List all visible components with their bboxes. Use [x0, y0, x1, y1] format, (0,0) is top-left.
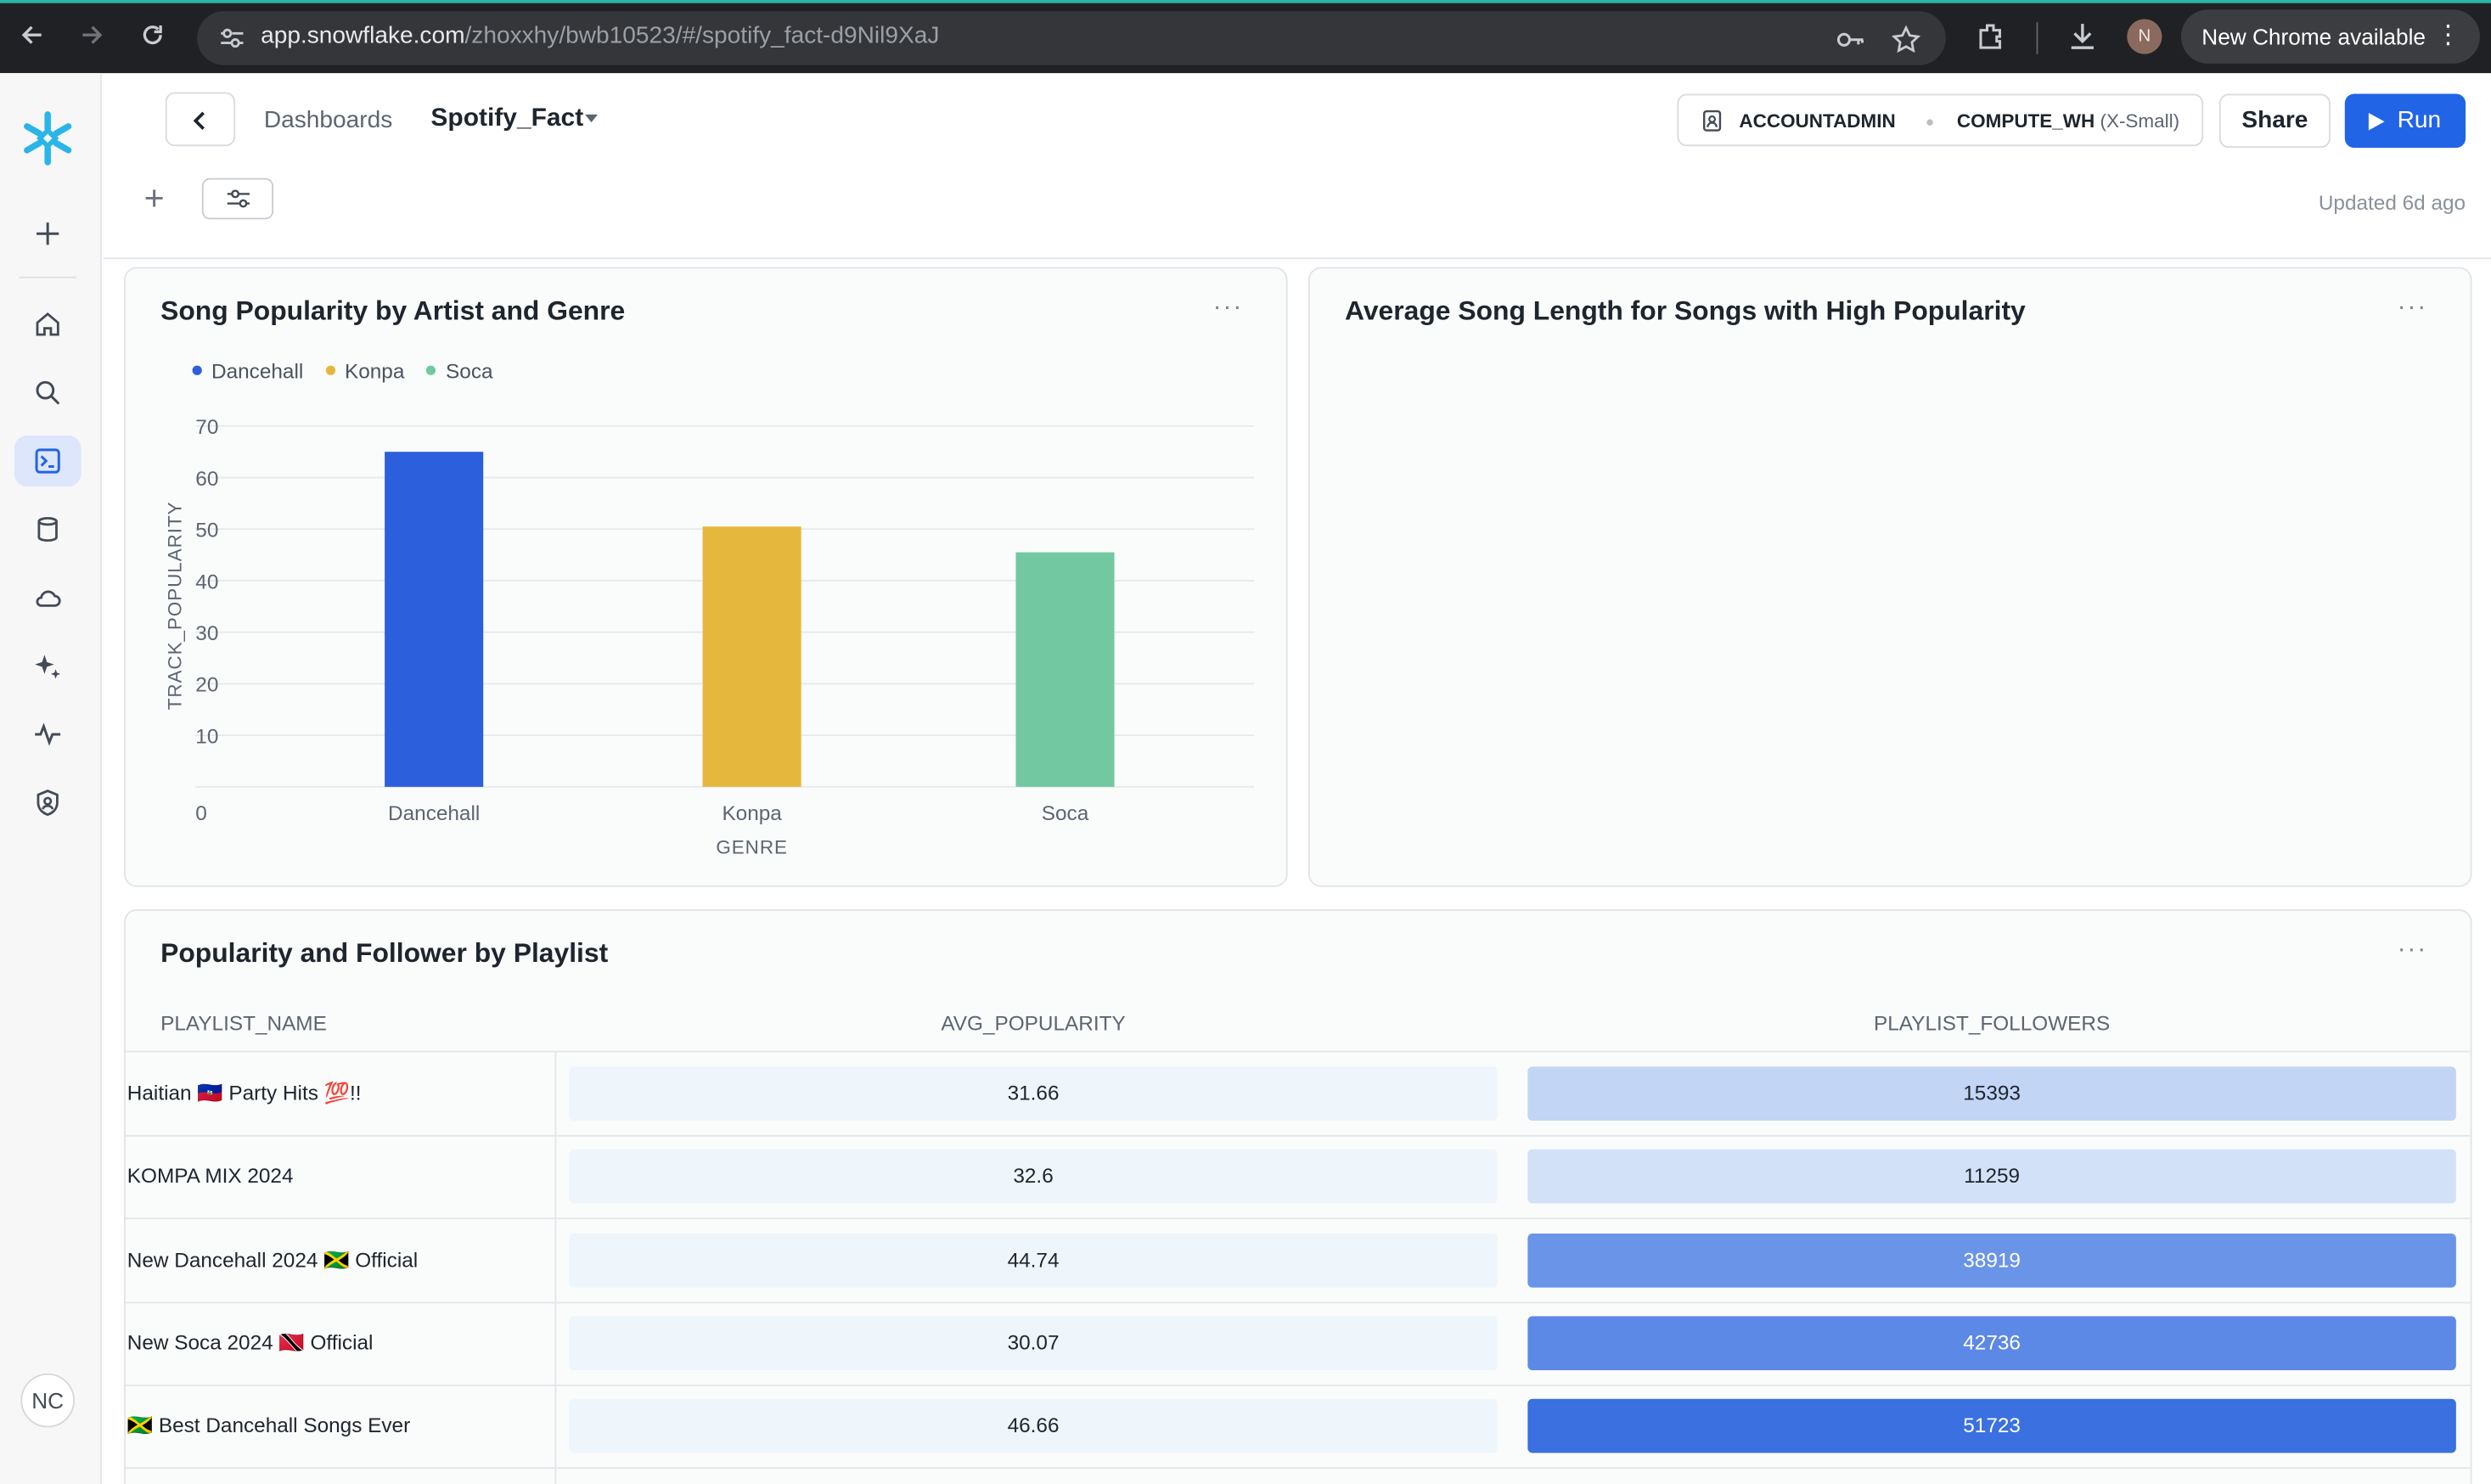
profile-avatar[interactable]: N	[2127, 19, 2162, 54]
share-button[interactable]: Share	[2218, 93, 2331, 149]
playlist-name-cell: KOMPA MIX 2024	[127, 1164, 294, 1189]
bar-soca	[1015, 552, 1115, 787]
heatmap-title: Average Song Length for Songs with High …	[1345, 295, 2026, 326]
x-tick-label: Soca	[1042, 802, 1089, 825]
playlist-followers-cell: 51723	[1527, 1399, 2456, 1453]
column-header-playlist-followers: PLAYLIST_FOLLOWERS	[1874, 1010, 2111, 1035]
warehouse-label: COMPUTE_WH (X-Small)	[1956, 110, 2180, 132]
avg-popularity-cell: 30.07	[569, 1316, 1498, 1370]
y-tick-label: 0	[195, 802, 207, 825]
y-tick-label: 60	[195, 468, 218, 491]
heatmap-more-icon[interactable]: ···	[2398, 294, 2428, 323]
update-label: New Chrome available	[2201, 24, 2426, 50]
download-icon[interactable]	[2065, 19, 2100, 53]
playlist-table-more-icon[interactable]: ···	[2398, 936, 2428, 965]
column-header-avg-popularity: AVG_POPULARITY	[941, 1010, 1126, 1035]
y-tick-label: 30	[195, 622, 218, 645]
new-chrome-available-button[interactable]: New Chrome available ⋮	[2180, 9, 2480, 64]
bar-chart: 0 10 20 30 40 50 60 70 TRACK_POPULARITY Dancehall…	[164, 416, 1255, 857]
back-arrow-icon[interactable]	[9, 16, 53, 60]
playlist-name-cell: New Soca 2024 🇹🇹 Official	[127, 1329, 374, 1355]
role-label: ACCOUNTADMIN	[1739, 110, 1896, 132]
back-button[interactable]	[165, 92, 236, 147]
table-row-divider	[125, 1467, 2471, 1470]
playlist-name-cell: New Dancehall 2024 🇯🇲 Official	[127, 1247, 419, 1272]
playlist-followers-cell: 15393	[1527, 1066, 2456, 1121]
sliders-icon	[227, 189, 250, 208]
run-label: Run	[2397, 106, 2442, 134]
separator-dot	[1926, 119, 1933, 126]
projects-terminal-icon[interactable]	[14, 436, 82, 486]
column-header-playlist-name: PLAYLIST_NAME	[160, 1010, 327, 1035]
y-axis-title: TRACK_POPULARITY	[164, 501, 185, 710]
password-key-icon[interactable]	[1835, 24, 1866, 55]
toolbar-divider	[2036, 22, 2038, 54]
run-button[interactable]: Run	[2344, 93, 2466, 149]
playlist-name-cell: 🇯🇲 Best Dancehall Songs Ever	[127, 1413, 411, 1438]
admin-shield-icon[interactable]	[14, 778, 82, 829]
x-axis-title: GENRE	[716, 836, 788, 857]
header-divider	[103, 257, 2491, 260]
add-tile-plus-icon[interactable]: +	[137, 181, 172, 216]
playlist-followers-cell: 42736	[1527, 1316, 2456, 1370]
y-tick-label: 50	[195, 520, 218, 542]
avg-popularity-cell: 32.6	[569, 1150, 1498, 1204]
bar-dancehall	[385, 452, 484, 787]
x-tick-label: Dancehall	[388, 802, 480, 825]
role-warehouse-selector[interactable]: ACCOUNTADMIN COMPUTE_WH (X-Small)	[1677, 93, 2204, 147]
extensions-puzzle-icon[interactable]	[1975, 19, 2010, 53]
reload-icon[interactable]	[131, 16, 175, 60]
playlist-followers-cell: 38919	[1527, 1233, 2456, 1287]
playlist-name-cell: Haitian 🇭🇹 Party Hits 💯!!	[127, 1081, 362, 1105]
ai-sparkle-icon[interactable]	[14, 641, 82, 692]
last-updated: Updated 6d ago	[2318, 190, 2466, 215]
activity-pulse-icon[interactable]	[14, 709, 82, 760]
filters-button[interactable]	[201, 177, 274, 220]
home-icon[interactable]	[14, 299, 82, 350]
avg-popularity-cell: 46.66	[569, 1399, 1498, 1453]
user-avatar[interactable]: NC	[20, 1373, 76, 1428]
heatmap-tile[interactable]: Average Song Length for Songs with High …	[1307, 267, 2472, 887]
rail-divider	[19, 276, 76, 278]
database-icon[interactable]	[14, 504, 82, 555]
site-settings-icon[interactable]	[216, 22, 248, 53]
bookmark-star-icon[interactable]	[1890, 24, 1921, 55]
bar-konpa	[702, 526, 801, 787]
y-tick-label: 20	[195, 674, 218, 697]
create-plus-icon[interactable]	[14, 208, 82, 259]
caret-down-icon[interactable]	[585, 114, 599, 123]
app-root: app.snowflake.com/zhoxxhy/bwb10523/#/spo…	[0, 0, 2491, 1484]
snowflake-logo-icon[interactable]	[18, 108, 78, 168]
y-tick-label: 70	[195, 416, 218, 439]
browser-toolbar: app.snowflake.com/zhoxxhy/bwb10523/#/spo…	[0, 0, 2491, 74]
playlist-table-title: Popularity and Follower by Playlist	[160, 937, 609, 969]
address-bar[interactable]: app.snowflake.com/zhoxxhy/bwb10523/#/spo…	[197, 11, 1946, 65]
avg-popularity-cell: 31.66	[569, 1066, 1498, 1121]
forward-arrow-icon[interactable]	[70, 16, 114, 60]
avg-popularity-cell: 44.74	[569, 1233, 1498, 1287]
more-vertical-icon: ⋮	[2435, 22, 2461, 50]
playlist-followers-cell: 11259	[1527, 1150, 2456, 1204]
bar-chart-tile[interactable]: Song Popularity by Artist and Genre ··· …	[124, 267, 1288, 887]
y-tick-label: 40	[195, 571, 218, 593]
search-icon[interactable]	[14, 368, 82, 419]
x-tick-label: Konpa	[722, 802, 782, 825]
role-badge-icon	[1702, 110, 1722, 132]
y-tick-label: 10	[195, 725, 218, 748]
breadcrumb-dashboards[interactable]: Dashboards	[264, 106, 392, 133]
left-nav-rail: NC	[0, 73, 102, 1484]
play-icon	[2368, 112, 2385, 131]
url-text: app.snowflake.com/zhoxxhy/bwb10523/#/spo…	[261, 22, 940, 50]
cloud-icon[interactable]	[14, 572, 82, 623]
chevron-left-icon	[193, 111, 205, 130]
dashboard-title[interactable]: Spotify_Fact	[430, 105, 583, 134]
